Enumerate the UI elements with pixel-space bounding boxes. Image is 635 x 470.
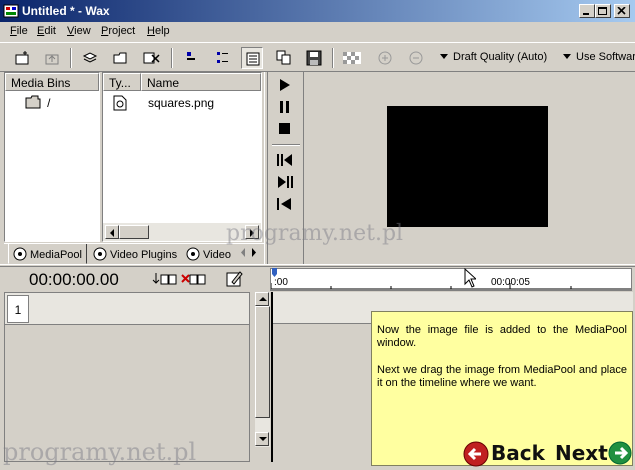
menu-file[interactable]: File <box>10 25 28 37</box>
go-to-start-icon[interactable] <box>277 198 293 213</box>
ruler-start-label: :00 <box>274 277 288 288</box>
menu-view[interactable]: View <box>67 25 91 37</box>
quality-dropdown[interactable]: Draft Quality (Auto) <box>440 51 547 63</box>
scroll-up-button[interactable] <box>255 292 269 306</box>
tab-mediapool[interactable]: MediaPool <box>8 244 87 264</box>
window-title: Untitled * - Wax <box>22 4 110 18</box>
media-tabs: MediaPool Video Plugins Video <box>4 243 264 264</box>
folder-icon <box>25 95 41 109</box>
watermark-center: programy.net.pl <box>226 221 404 246</box>
copy-icon[interactable] <box>273 47 295 69</box>
tab-scroll-left-icon[interactable] <box>240 248 246 260</box>
horizontal-splitter[interactable] <box>0 264 635 267</box>
tutorial-line-1: Now the image file is added to the Media… <box>377 324 627 349</box>
media-file-list: Ty... Name squares.png <box>102 72 262 242</box>
details-view-icon[interactable] <box>241 47 263 69</box>
vscroll-thumb[interactable] <box>255 306 270 418</box>
timeline-header: 00:00:00.00 <box>0 268 255 292</box>
image-file-icon <box>113 95 127 114</box>
next-arrow-icon[interactable] <box>608 440 632 469</box>
back-arrow-icon[interactable] <box>463 441 489 470</box>
open-folder-icon[interactable] <box>110 47 132 69</box>
playhead-line <box>271 292 273 462</box>
minimize-button[interactable] <box>579 4 595 18</box>
film-reel-icon <box>186 247 200 261</box>
menu-bar: File Edit View Project Help <box>0 22 635 42</box>
watermark-bottom: programy.net.pl <box>3 438 197 466</box>
app-icon[interactable] <box>3 3 19 19</box>
title-bar[interactable]: Untitled * - Wax <box>0 0 635 22</box>
tab-video[interactable]: Video <box>182 244 242 264</box>
maximize-button[interactable] <box>595 4 611 18</box>
mouse-cursor-icon <box>464 267 478 291</box>
up-folder-icon[interactable] <box>41 47 63 69</box>
next-button[interactable]: Next <box>555 441 608 465</box>
zoom-in-icon[interactable] <box>374 47 396 69</box>
track-properties-icon[interactable] <box>226 270 244 291</box>
bin-root[interactable]: / <box>25 95 50 110</box>
stop-icon[interactable] <box>279 123 291 138</box>
track-number: 1 <box>7 295 29 323</box>
small-icons-view-icon[interactable] <box>180 47 202 69</box>
preview-canvas[interactable] <box>387 106 548 227</box>
delete-media-icon[interactable] <box>140 47 162 69</box>
list-view-icon[interactable] <box>212 47 234 69</box>
scroll-thumb[interactable] <box>119 225 149 239</box>
media-bins-header[interactable]: Media Bins <box>5 73 99 91</box>
delete-track-icon[interactable] <box>181 272 207 289</box>
add-track-icon[interactable] <box>152 272 178 289</box>
track-headers: 1 <box>4 292 250 462</box>
file-item-squares[interactable]: squares.png <box>148 96 214 110</box>
track-header-1[interactable]: 1 <box>5 293 249 325</box>
renderer-dropdown[interactable]: Use Softwar <box>563 51 635 63</box>
menu-edit[interactable]: Edit <box>37 25 56 37</box>
ruler-mark-label: 00:00:05 <box>491 277 530 288</box>
tab-scroll-right-icon[interactable] <box>251 248 257 260</box>
layers-icon[interactable] <box>79 47 101 69</box>
zoom-out-icon[interactable] <box>405 47 427 69</box>
save-frame-icon[interactable] <box>303 47 325 69</box>
type-column-header[interactable]: Ty... <box>103 73 141 91</box>
scroll-left-button[interactable] <box>105 225 119 239</box>
tutorial-note: Now the image file is added to the Media… <box>371 311 633 469</box>
close-button[interactable] <box>614 4 630 18</box>
film-reel-icon <box>93 247 107 261</box>
pause-icon[interactable] <box>279 101 291 116</box>
bin-root-label: / <box>47 96 51 110</box>
new-bin-icon[interactable] <box>11 47 33 69</box>
film-reel-icon <box>13 247 27 261</box>
step-back-icon[interactable] <box>277 154 293 169</box>
timeline-ruler[interactable]: :00 00:00:05 <box>270 268 632 291</box>
media-bins-tree: Media Bins / <box>4 72 100 242</box>
menu-help[interactable]: Help <box>147 25 170 37</box>
back-button[interactable]: Back <box>491 441 545 465</box>
name-column-header[interactable]: Name <box>141 73 261 91</box>
menu-project[interactable]: Project <box>101 25 135 37</box>
play-icon[interactable] <box>279 79 291 94</box>
timecode-display: 00:00:00.00 <box>29 270 119 289</box>
step-forward-icon[interactable] <box>277 176 293 191</box>
timeline-vscroll[interactable] <box>255 292 270 447</box>
transparency-grid-icon[interactable] <box>340 47 362 69</box>
toolbar: Draft Quality (Auto) Use Softwar <box>0 42 635 72</box>
tab-video-plugins[interactable]: Video Plugins <box>89 244 181 264</box>
scroll-down-button[interactable] <box>255 432 269 446</box>
media-pool-pane: Media Bins / Ty... Name squares.png <box>4 72 262 242</box>
tutorial-line-2: Next we drag the image from MediaPool an… <box>377 364 627 389</box>
